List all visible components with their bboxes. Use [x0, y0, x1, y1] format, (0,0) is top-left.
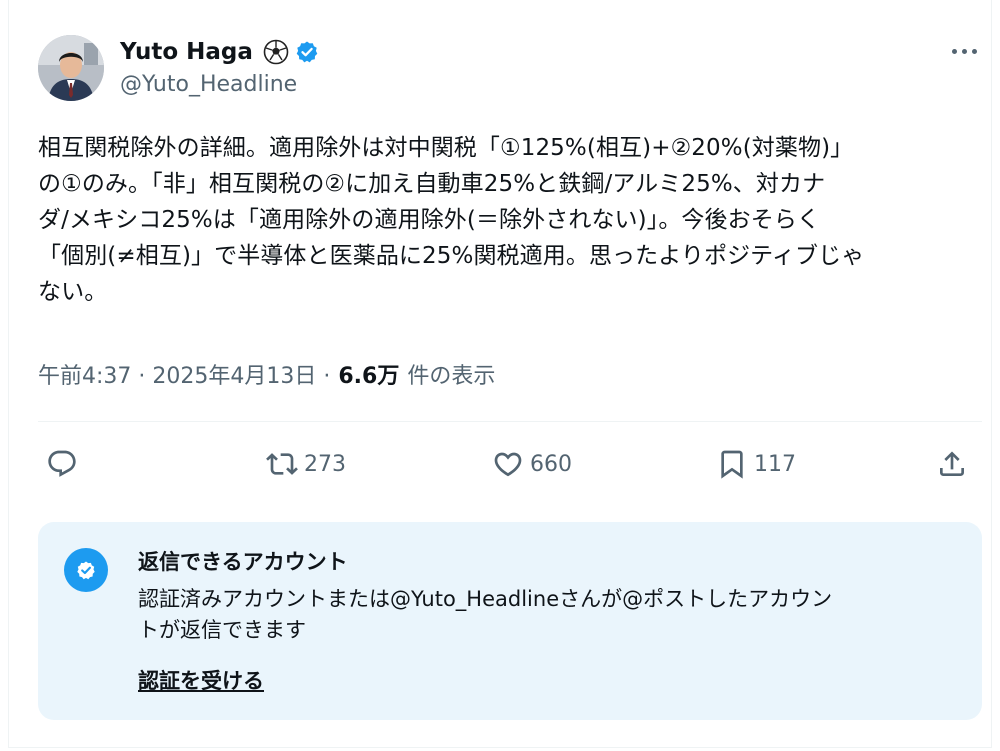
verified-circle-icon: [64, 548, 108, 592]
author-name[interactable]: Yuto Haga: [120, 39, 253, 65]
action-bar: 273 660 117: [38, 441, 982, 487]
more-options-button[interactable]: [944, 36, 984, 66]
share-icon: [940, 451, 964, 476]
description-line: 認証済みアカウントまたは@Yuto_Headlineさんが@ポストしたアカウン: [138, 587, 833, 611]
retweet-count: 273: [304, 451, 346, 477]
view-count: 6.6万: [338, 364, 400, 389]
verified-badge-icon[interactable]: [295, 40, 319, 64]
reply-button[interactable]: [46, 441, 84, 487]
more-dot-icon: [971, 48, 977, 54]
divider: [38, 421, 982, 422]
tweet-line: ない。: [38, 279, 108, 305]
tweet-line: 「個別(≠相互)」で半導体と医薬品に25%関税適用。思ったよりポジティブじゃ: [38, 243, 865, 269]
bookmark-count: 117: [754, 451, 796, 477]
tweet-line: ダ/メキシコ25%は「適用除外の適用除外(＝除外されない)」。今後おそらく: [38, 207, 821, 233]
avatar[interactable]: [38, 35, 104, 101]
tweet-text: 相互関税除外の詳細。適用除外は対中関税「①125%(相互)+②20%(対薬物)」…: [38, 130, 978, 310]
tweet-meta: 午前4:37 · 2025年4月13日 · 6.6万 件の表示: [38, 358, 495, 390]
more-dot-icon: [961, 48, 967, 54]
retweet-button[interactable]: 273: [266, 441, 346, 487]
share-button[interactable]: [936, 441, 968, 487]
timestamp[interactable]: 午前4:37 · 2025年4月13日 ·: [38, 358, 330, 390]
bookmark-icon: [721, 450, 743, 479]
author-handle[interactable]: @Yuto_Headline: [120, 72, 297, 97]
like-button[interactable]: 660: [492, 441, 572, 487]
description-line: トが返信できます: [138, 618, 306, 642]
tweet-line: の①のみ。「非」相互関税の②に加え自動車25%と鉄鋼/アルミ25%、対カナ: [38, 171, 826, 197]
like-count: 660: [530, 451, 572, 477]
get-verified-link[interactable]: 認証を受ける: [138, 665, 264, 695]
reply-restriction-description: 認証済みアカウントまたは@Yuto_Headlineさんが@ポストしたアカウン …: [138, 584, 958, 646]
reply-icon: [48, 450, 76, 477]
bookmark-button[interactable]: 117: [716, 441, 796, 487]
reply-restriction-panel: 返信できるアカウント 認証済みアカウントまたは@Yuto_Headlineさんが…: [38, 522, 982, 720]
tweet-line: 相互関税除外の詳細。適用除外は対中関税「①125%(相互)+②20%(対薬物)」: [38, 135, 854, 161]
soccer-ball-icon: [263, 39, 289, 65]
view-count-label: 件の表示: [407, 364, 496, 389]
more-dot-icon: [951, 48, 957, 54]
reply-restriction-title: 返信できるアカウント: [138, 550, 348, 574]
retweet-icon: [266, 453, 298, 475]
heart-icon: [494, 452, 522, 477]
